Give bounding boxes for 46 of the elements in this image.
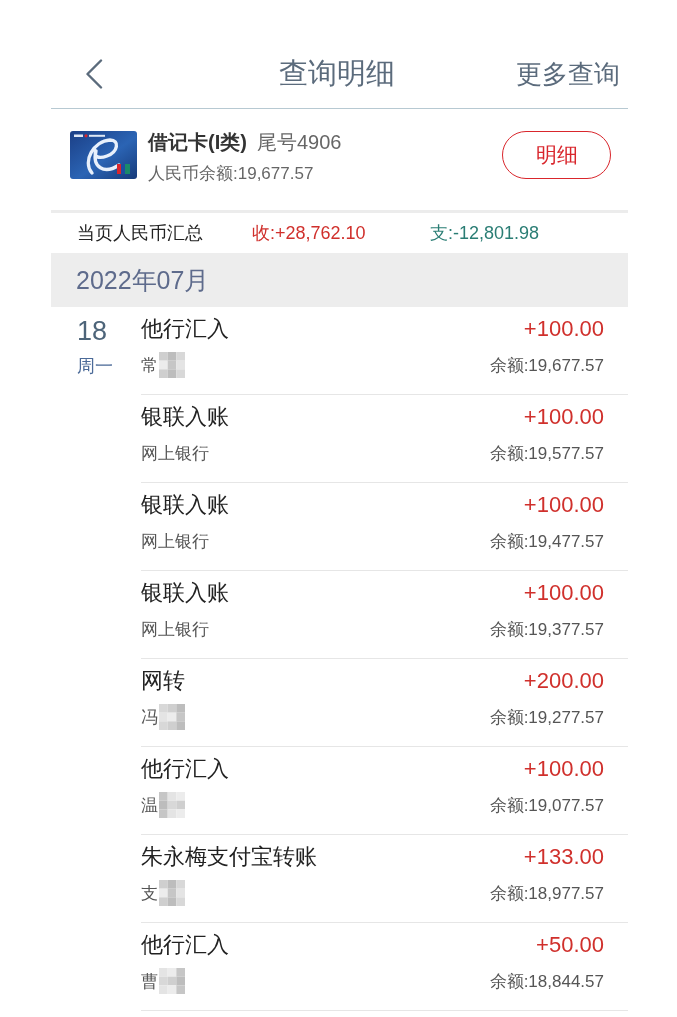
transaction-title: 他行汇入 xyxy=(141,931,229,959)
balance-after: 余额:19,477.57 xyxy=(489,530,604,553)
counterparty-name: 曹 xyxy=(141,970,158,993)
balance-after: 余额:19,577.57 xyxy=(489,442,604,465)
card-tail-number: 尾号4906 xyxy=(256,129,342,155)
counterparty-name: 网上银行 xyxy=(141,442,209,465)
day-number: 18 xyxy=(77,315,108,348)
balance-after: 余额:18,844.57 xyxy=(489,970,604,993)
card-balance: 人民币余额:19,677.57 xyxy=(148,162,314,185)
more-query-button[interactable]: 更多查询 xyxy=(516,56,620,92)
transaction-amount: +100.00 xyxy=(523,756,604,782)
transaction-amount: +100.00 xyxy=(523,492,604,518)
transaction-amount: +200.00 xyxy=(523,668,604,694)
transaction-amount: +100.00 xyxy=(523,316,604,342)
counterparty-name: 温 xyxy=(141,794,158,817)
transaction-amount: +100.00 xyxy=(523,580,604,606)
transaction-title: 他行汇入 xyxy=(141,755,229,783)
month-header: 2022年07月 xyxy=(76,264,210,296)
page-title: 查询明细 xyxy=(279,56,395,91)
summary-label: 当页人民币汇总 xyxy=(77,222,204,245)
weekday-label: 周一 xyxy=(77,355,113,378)
transaction-title: 网转 xyxy=(141,667,185,695)
transaction-title: 他行汇入 xyxy=(141,315,229,343)
transaction-title: 朱永梅支付宝转账 xyxy=(141,843,317,871)
transaction-title: 银联入账 xyxy=(141,579,229,607)
expense-total: 支:-12,801.98 xyxy=(430,222,540,245)
transaction-amount: +133.00 xyxy=(523,844,604,870)
income-total: 收:+28,762.10 xyxy=(252,222,367,245)
counterparty-name: 支 xyxy=(141,882,158,905)
transaction-title: 银联入账 xyxy=(141,403,229,431)
transaction-amount: +100.00 xyxy=(523,404,604,430)
transaction-title: 银联入账 xyxy=(141,491,229,519)
balance-after: 余额:19,677.57 xyxy=(489,354,604,377)
detail-button[interactable]: 明细 xyxy=(502,130,611,179)
counterparty-name: 网上银行 xyxy=(141,530,209,553)
balance-after: 余额:19,377.57 xyxy=(489,618,604,641)
bank-card-icon xyxy=(70,130,137,179)
transaction-amount: +50.00 xyxy=(536,932,604,958)
back-icon[interactable] xyxy=(85,59,103,89)
counterparty-name: 常 xyxy=(141,354,158,377)
counterparty-name: 冯 xyxy=(141,706,158,729)
balance-after: 余额:18,977.57 xyxy=(489,882,604,905)
counterparty-name: 网上银行 xyxy=(141,618,209,641)
balance-after: 余额:19,077.57 xyxy=(489,794,604,817)
card-name: 借记卡(I类) xyxy=(148,129,247,155)
balance-after: 余额:19,277.57 xyxy=(489,706,604,729)
